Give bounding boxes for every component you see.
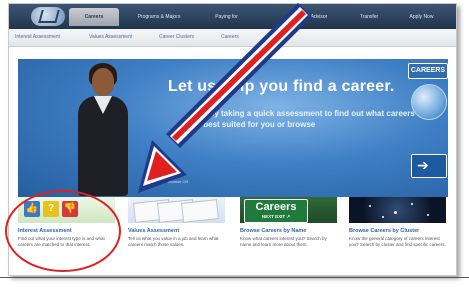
road-sign-subtitle: NEXT EXIT ↗ xyxy=(261,214,291,219)
card-description: Know what careers interest you? Search b… xyxy=(240,236,327,247)
card-description: Know the general category of careers int… xyxy=(349,236,446,247)
star-icon xyxy=(427,214,429,216)
top-navigation: Careers Programs & Majors Paying for Adv… xyxy=(9,4,456,29)
next-arrow-button[interactable]: ➔ xyxy=(411,154,447,178)
subnav-values-assessment[interactable]: Values Assessment xyxy=(89,34,132,40)
card-description: Find out what your interest type is and … xyxy=(18,236,105,247)
nav-tab-apply-now[interactable]: Apply Now xyxy=(399,8,444,26)
question-icon: ? xyxy=(43,201,59,217)
bottom-divider xyxy=(0,277,469,278)
careers-badge: CAREERS xyxy=(408,63,448,79)
hero-banner: Let us help you find a career. Start by … xyxy=(18,59,448,197)
nav-tab-paying-for[interactable]: Paying for xyxy=(199,8,254,26)
card-description: Tell us what you value in a job and lear… xyxy=(128,236,219,247)
card-title[interactable]: Browse Careers by Name xyxy=(240,228,306,234)
star-icon xyxy=(369,205,371,207)
arrow-right-icon: ➔ xyxy=(417,157,429,173)
careers-road-sign: Careers NEXT EXIT ↗ xyxy=(244,199,308,223)
logo-mark-icon xyxy=(38,10,60,23)
nav-tab-programs-majors[interactable]: Programs & Majors xyxy=(124,8,194,26)
nav-tab-careers[interactable]: Careers xyxy=(69,8,119,26)
hero-title: Let us help you find a career. xyxy=(168,78,395,95)
card-title[interactable]: Interest Assessment xyxy=(18,228,72,234)
road-sign-title: Careers xyxy=(255,201,297,213)
subnav-career-clusters[interactable]: Career Clusters xyxy=(159,34,194,40)
hero-link[interactable]: Browse Off xyxy=(168,179,188,184)
thumbs-up-icon: 👍 xyxy=(24,201,40,217)
thumbs-down-icon: 👎 xyxy=(62,201,78,217)
subnav-interest-assessment[interactable]: Interest Assessment xyxy=(15,34,60,40)
paper-icon xyxy=(181,199,219,223)
card-title[interactable]: Values Assessment xyxy=(128,228,179,234)
sub-navigation: Interest Assessment Values Assessment Ca… xyxy=(9,29,456,47)
card-title[interactable]: Browse Careers by Cluster xyxy=(349,228,419,234)
browser-page: Careers Programs & Majors Paying for Adv… xyxy=(8,3,457,276)
star-icon xyxy=(411,203,413,205)
hero-subtitle: Start by taking a quick assessment to fi… xyxy=(189,109,415,129)
advisor-figure-head xyxy=(92,68,114,96)
site-logo[interactable] xyxy=(31,7,65,26)
card-thumbnail[interactable] xyxy=(128,197,225,223)
card-thumbnail[interactable] xyxy=(349,197,446,223)
nav-tab-transfer[interactable]: Transfer xyxy=(349,8,389,26)
nav-tab-advisor[interactable]: Advisor xyxy=(299,8,339,26)
globe-icon xyxy=(411,84,447,120)
card-thumbnail[interactable]: Careers NEXT EXIT ↗ xyxy=(240,197,337,223)
star-icon xyxy=(394,211,397,214)
star-icon xyxy=(382,216,384,218)
card-thumbnail[interactable]: 👍 ? 👎 xyxy=(18,197,115,223)
subnav-careers[interactable]: Careers xyxy=(221,34,239,40)
